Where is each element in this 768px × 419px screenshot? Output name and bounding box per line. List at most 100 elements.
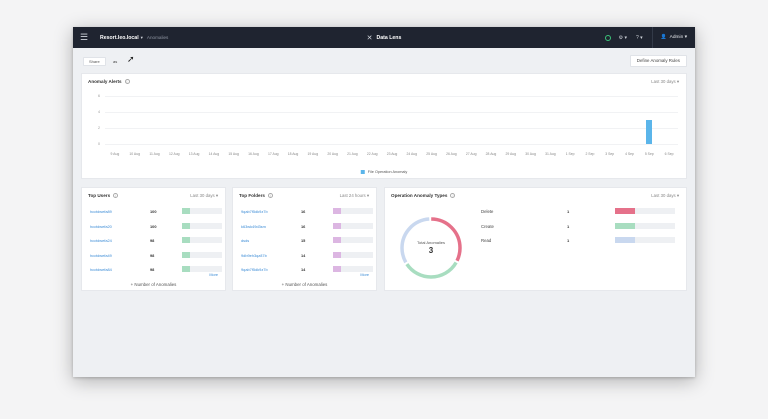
info-icon[interactable]: i [124,79,130,84]
anomaly-alerts-title: Anomaly Alerts i [88,79,130,84]
topbar-actions: ⚙ ▾ ? ▾ 👤 Admin ▾ [604,27,695,48]
info-icon[interactable]: i [113,193,119,198]
operation-type-row[interactable]: Read 1 [481,236,678,250]
row-value: 16 [301,223,306,229]
user-icon: 👤 [660,35,667,40]
x-tick-label: 20 Aug [327,152,338,156]
table-row[interactable]: hcctdwefa84 98 [88,264,222,278]
row-bar-fill [182,222,190,229]
x-tick-label: 14 Aug [208,152,220,156]
row-name-link[interactable]: 9qab7f5dk9z7b [241,209,268,214]
x-tick-label: 27 Aug [465,152,477,156]
status-indicator-icon[interactable] [604,34,611,41]
x-tick-label: 30 Aug [525,152,536,156]
row-bar-fill [333,237,341,243]
table-row[interactable]: dsds 15 [239,235,373,249]
user-menu-button[interactable]: 👤 Admin ▾ [651,27,695,48]
gridline [105,128,678,129]
top-navigation-bar: ☰ Resort.leo.local ▾ Anomalies ✕ Data Le… [73,27,695,48]
x-tick-label: 9 Aug [110,152,120,156]
operation-type-bar-fill [615,237,636,243]
top-folders-card: Top Folders i Last 24 hours ▾ 9qab7f5dk9… [232,187,377,291]
row-name-link[interactable]: hcctdwefa89 [90,209,112,214]
x-tick-label: 18 Aug [287,152,299,156]
x-tick-label: 23 Aug [386,152,398,156]
operation-type-bar-fill [615,222,636,229]
legend-label: File Operation Anomaly [367,170,408,174]
row-bar-fill [182,251,190,258]
host-selector[interactable]: Resort.leo.local [100,35,139,41]
row-value: 98 [150,252,155,258]
info-icon[interactable]: i [450,193,456,198]
app-window: ☰ Resort.leo.local ▾ Anomalies ✕ Data Le… [73,27,695,377]
row-name-link[interactable]: dsds [241,238,249,243]
row-name-link[interactable]: hcctdwefa49 [90,253,112,258]
row-bar-track [182,266,222,272]
chart-legend[interactable]: File Operation Anomaly [360,170,408,174]
table-row[interactable]: hcctdwefa89 100 [88,206,222,220]
operation-type-row[interactable]: Delete 1 [481,207,678,221]
row-name-link[interactable]: k63wk49d3sm [241,224,266,229]
row-name-link[interactable]: hcctdwefa84 [90,267,112,272]
settings-menu-button[interactable]: ⚙ ▾ [619,35,627,41]
table-row[interactable]: 9qab7f5dk9z7b 16 [239,206,373,220]
gridline [105,96,678,97]
breadcrumb[interactable]: Anomalies [147,35,168,40]
row-name-link[interactable]: hcctdwefa20 [90,224,112,229]
help-menu-button[interactable]: ? ▾ [636,35,643,41]
x-tick-label: 16 Aug [248,152,259,156]
row-name-link[interactable]: 9qab7f5dk9z7b [241,267,268,272]
operation-type-bar-fill [615,208,636,214]
hamburger-menu-icon[interactable]: ☰ [80,32,96,43]
top-users-title: Top Users i [88,193,119,198]
table-row[interactable]: 9db9eh3qz87b 14 [239,250,373,264]
x-tick-label: 22 Aug [366,152,378,156]
table-row[interactable]: hcctdwefa49 98 [88,250,222,264]
page-title: Data Lens [376,34,402,41]
top-folders-range-select[interactable]: Last 24 hours ▾ [340,193,369,199]
define-anomaly-rules-button[interactable]: Define Anomaly Rules [629,55,687,67]
row-name-link[interactable]: hcctdwefa24 [90,238,112,243]
x-tick-label: 31 Aug [545,152,556,156]
top-users-footer[interactable]: + Number of Anomalies [82,282,225,287]
operation-types-title: Operation Anomaly Types i [391,193,456,198]
y-tick-label: 4 [98,110,100,114]
operation-type-bar-track [615,237,675,243]
table-row[interactable]: hcctdwefa20 100 [88,221,222,235]
row-bar-track [333,222,373,229]
top-users-range-select[interactable]: Last 30 days ▾ [190,193,218,199]
anomaly-alerts-card: Anomaly Alerts i Last 30 days ▾ 6 4 2 0 9 Au… [81,73,687,179]
gridline [105,144,678,145]
operation-type-count: 1 [567,223,570,229]
row-bar-fill [333,222,341,229]
x-tick-label: 26 Aug [446,152,457,156]
top-folders-title: Top Folders i [239,193,273,198]
x-tick-label: 12 Aug [168,152,180,156]
donut-center: Total Anomalies 3 [396,240,466,255]
table-row[interactable]: k63wk49d3sm 16 [239,221,373,235]
row-name-link[interactable]: 9db9eh3qz87b [241,253,267,258]
y-tick-label: 6 [98,94,100,98]
info-icon[interactable]: i [267,193,273,198]
y-tick-label: 2 [98,126,100,130]
row-bar-track [333,251,373,258]
top-folders-more-link[interactable]: More [360,273,369,277]
table-row[interactable]: 9qab7f5dk9z7b 14 [239,264,373,278]
operation-anomaly-types-card: Operation Anomaly Types i Last 30 days ▾… [384,187,687,291]
top-users-more-link[interactable]: More [209,273,218,277]
chevron-down-icon[interactable]: ▾ [141,35,143,41]
chart-bar[interactable] [646,120,653,144]
top-folders-title-text: Top Folders [239,193,265,198]
share-button[interactable]: Share [83,57,106,66]
anomaly-alerts-range-select[interactable]: Last 30 days ▾ [651,79,679,85]
x-tick-label: 6 Sep [664,152,674,156]
operation-type-bar-track [615,208,675,214]
operation-type-row[interactable]: Create 1 [481,222,678,236]
table-row[interactable]: hcctdwefa24 98 [88,235,222,249]
row-value: 100 [150,209,157,214]
row-bar-fill [182,237,190,243]
operation-types-range-select[interactable]: Last 30 days ▾ [651,193,679,199]
row-bar-fill [333,266,341,272]
top-folders-footer[interactable]: + Number of Anomalies [233,282,376,287]
operation-type-count: 1 [567,238,570,243]
